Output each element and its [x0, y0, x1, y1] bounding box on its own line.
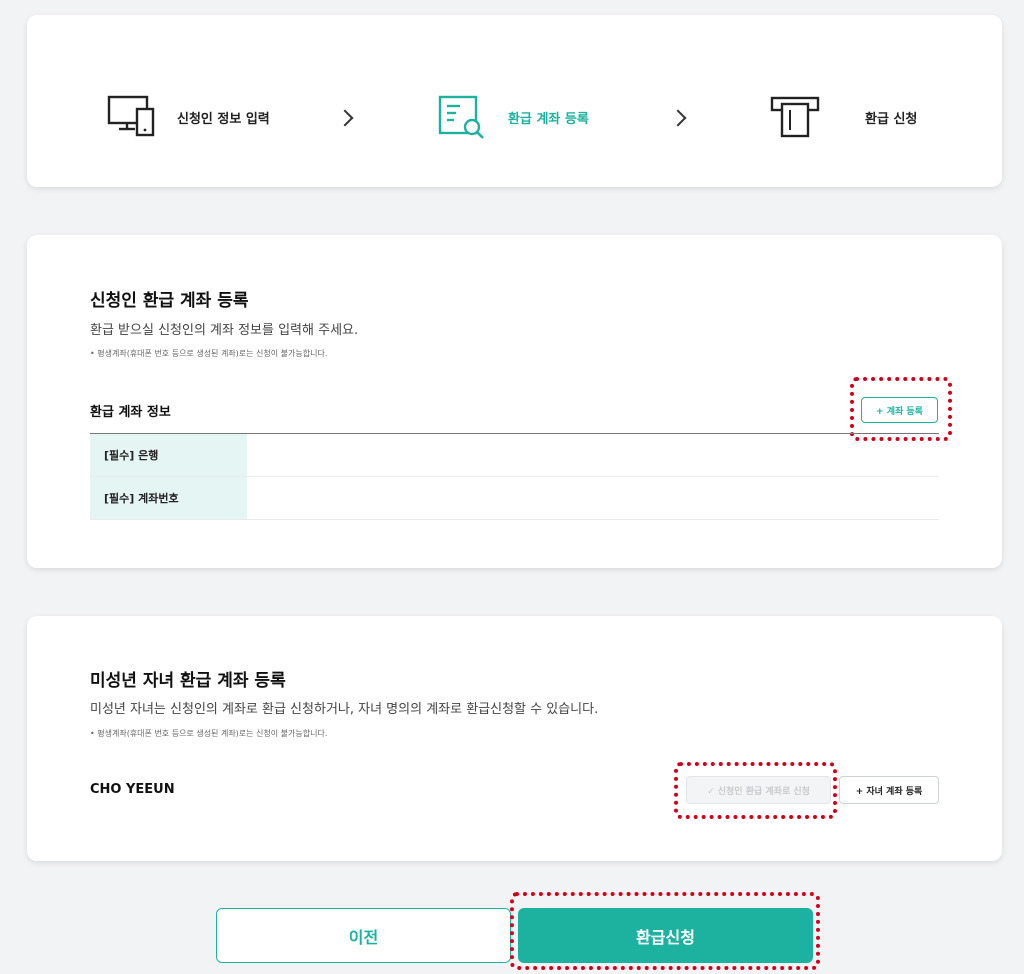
- child-name: CHO YEEUN: [90, 782, 175, 797]
- step-label: 환급 계좌 등록: [508, 111, 589, 127]
- section-note: • 평생계좌(휴대폰 번호 등으로 생성된 계좌)로는 신청이 불가능합니다.: [90, 349, 328, 358]
- devices-icon: [105, 93, 157, 141]
- previous-button[interactable]: 이전: [216, 908, 511, 963]
- section-title: 신청인 환급 계좌 등록: [90, 291, 249, 311]
- step-refund-apply: 환급 신청: [769, 93, 917, 141]
- account-info-subtitle: 환급 계좌 정보: [90, 405, 171, 420]
- chevron-right-icon: [669, 109, 687, 127]
- step-label: 환급 신청: [865, 111, 918, 127]
- bank-label: [필수] 은행: [90, 434, 247, 476]
- section-note: • 평생계좌(휴대폰 번호 등으로 생성된 계좌)로는 신청이 불가능합니다.: [90, 729, 328, 738]
- submit-refund-button[interactable]: 환급신청: [518, 908, 813, 963]
- minor-child-account-section: 미성년 자녀 환급 계좌 등록 미성년 자녀는 신청인의 계좌로 환급 신청하거…: [27, 616, 1002, 861]
- step-applicant-info: 신청인 정보 입력: [105, 93, 270, 141]
- section-description: 환급 받으실 신청인의 계좌 정보를 입력해 주세요.: [90, 323, 359, 338]
- applicant-account-section: 신청인 환급 계좌 등록 환급 받으실 신청인의 계좌 정보를 입력해 주세요.…: [27, 235, 1002, 568]
- document-search-icon: [436, 93, 488, 141]
- section-description: 미성년 자녀는 신청인의 계좌로 환급 신청하거나, 자녀 명의의 계좌로 환급…: [90, 702, 599, 717]
- account-number-value: [247, 477, 939, 519]
- step-label: 신청인 정보 입력: [177, 111, 270, 127]
- chevron-right-icon: [336, 109, 354, 127]
- step-refund-account: 환급 계좌 등록: [436, 93, 589, 141]
- use-applicant-account-button[interactable]: ✓ 신청인 환급 계좌로 신청: [686, 776, 831, 804]
- table-row: [필수] 계좌번호: [90, 477, 939, 520]
- account-info-table: [필수] 은행 [필수] 계좌번호: [90, 433, 939, 520]
- terminal-icon: [769, 93, 821, 141]
- table-row: [필수] 은행: [90, 434, 939, 477]
- register-account-button[interactable]: + 계좌 등록: [861, 397, 938, 423]
- section-title: 미성년 자녀 환급 계좌 등록: [90, 671, 286, 691]
- account-number-label: [필수] 계좌번호: [90, 477, 247, 519]
- register-child-account-button[interactable]: + 자녀 계좌 등록: [839, 776, 939, 804]
- bank-value: [247, 434, 939, 476]
- progress-stepper: 신청인 정보 입력 환급 계좌 등록 환급 신청: [27, 15, 1002, 187]
